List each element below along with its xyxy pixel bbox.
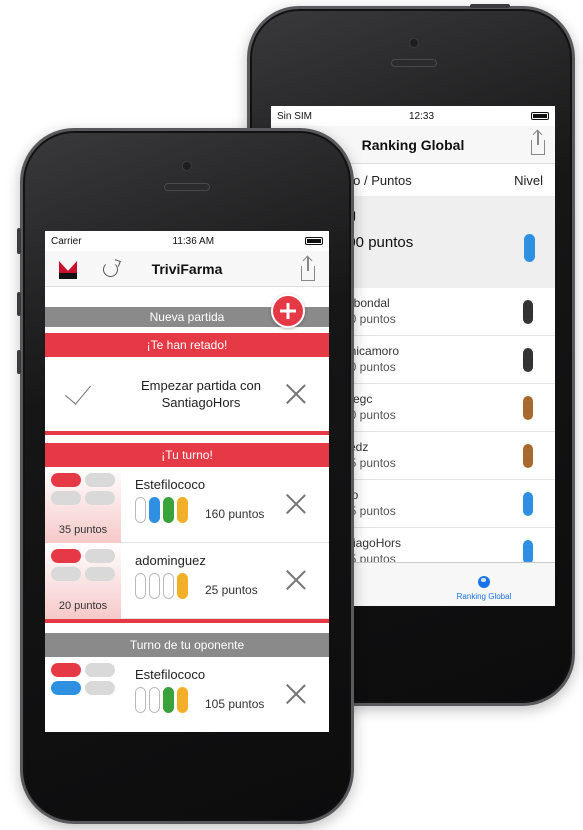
category-capsule-icon xyxy=(85,491,115,505)
status-bar: Carrier 11:36 AM xyxy=(45,231,329,251)
progress-pills xyxy=(135,573,188,599)
your-turn-header: ¡Tu turno! xyxy=(45,443,329,467)
close-icon[interactable] xyxy=(285,493,307,515)
challenge-row: Empezar partida con SantiagoHors xyxy=(45,357,329,431)
empty-pill-icon xyxy=(135,497,146,523)
filled-pill-icon xyxy=(149,497,160,523)
opponent-name: adominguez xyxy=(135,553,206,568)
level-pill-icon xyxy=(523,492,533,516)
share-icon[interactable] xyxy=(531,131,545,155)
level-pill-icon xyxy=(524,234,535,262)
filled-pill-icon xyxy=(177,573,188,599)
opponent-name: Estefilococo xyxy=(135,667,206,682)
opponent-turn-list: Estefilococo 105 puntos xyxy=(45,657,329,732)
category-capsule-icon xyxy=(85,681,115,695)
filled-pill-icon xyxy=(163,687,174,713)
category-capsule-icon xyxy=(51,473,81,487)
decline-close-icon[interactable] xyxy=(285,383,307,405)
category-capsule-icon xyxy=(85,663,115,677)
category-capsule-icon xyxy=(85,567,115,581)
filled-pill-icon xyxy=(163,497,174,523)
page-title: Ranking Global xyxy=(361,136,465,153)
category-capsule-icon xyxy=(51,491,81,505)
progress-pills xyxy=(135,497,188,523)
filled-pill-icon xyxy=(177,497,188,523)
empty-pill-icon xyxy=(149,573,160,599)
globe-icon xyxy=(478,576,490,588)
empty-pill-icon xyxy=(149,687,160,713)
level-pill-icon xyxy=(523,300,533,324)
capsule-grid xyxy=(51,473,115,507)
opponent-name: Estefilococo xyxy=(135,477,206,492)
volume-down-button xyxy=(17,350,21,374)
time-label: 11:36 AM xyxy=(172,235,215,247)
tab-ranking-label: Ranking Global xyxy=(456,592,512,601)
your-turn-list: 35 puntos Estefilococo 160 puntos 20 puntos… xyxy=(45,467,329,619)
battery-icon xyxy=(304,237,323,245)
game-row[interactable]: 20 puntos adominguez 25 puntos xyxy=(45,543,329,619)
mute-switch xyxy=(17,228,21,254)
category-capsule-icon xyxy=(51,549,81,563)
spacer xyxy=(45,623,329,633)
games-screen: Carrier 11:36 AM TriviFarma Nueva partid… xyxy=(45,231,329,732)
tab-ranking-global[interactable]: Ranking Global xyxy=(413,563,555,606)
carrier-label: Sin SIM xyxy=(277,110,313,122)
game-badge xyxy=(45,657,121,732)
category-capsule-icon xyxy=(85,473,115,487)
carrier-label: Carrier xyxy=(51,235,82,247)
time-label: 12:33 xyxy=(408,110,435,122)
ranking-top-name: hg xyxy=(339,206,555,222)
empty-pill-icon xyxy=(135,573,146,599)
challenge-text: Empezar partida con SantiagoHors xyxy=(141,378,261,410)
status-bar: Sin SIM 12:33 xyxy=(271,106,555,126)
ranking-top-points: 700 puntos xyxy=(339,234,414,251)
speaker-grille xyxy=(164,183,210,191)
progress-pills xyxy=(135,687,188,713)
badge-points: 20 puntos xyxy=(58,600,108,612)
new-game-bar[interactable]: Nueva partida xyxy=(45,294,329,328)
game-score: 160 puntos xyxy=(205,507,265,521)
add-game-button[interactable] xyxy=(271,294,305,328)
share-icon[interactable] xyxy=(301,257,315,281)
opponent-turn-header: Turno de tu oponente xyxy=(45,633,329,657)
challenged-header: ¡Te han retado! xyxy=(45,333,329,357)
nav-bar: TriviFarma xyxy=(45,251,329,287)
volume-up-button xyxy=(17,292,21,316)
level-pill-icon xyxy=(523,396,533,420)
level-pill-icon xyxy=(523,540,533,564)
page-title: TriviFarma xyxy=(151,260,223,277)
spacer xyxy=(45,435,329,443)
front-camera xyxy=(409,38,419,48)
game-badge: 20 puntos xyxy=(45,543,121,619)
power-button xyxy=(470,4,510,8)
front-camera xyxy=(182,161,192,171)
new-game-label: Nueva partida xyxy=(149,310,225,324)
game-row[interactable]: 35 puntos Estefilococo 160 puntos xyxy=(45,467,329,543)
close-icon[interactable] xyxy=(285,569,307,591)
filled-pill-icon xyxy=(177,687,188,713)
empty-pill-icon xyxy=(163,573,174,599)
empty-pill-icon xyxy=(135,687,146,713)
game-row[interactable]: Estefilococo 105 puntos xyxy=(45,657,329,732)
game-score: 105 puntos xyxy=(205,697,265,711)
game-score: 25 puntos xyxy=(205,583,258,597)
badge-points: 35 puntos xyxy=(58,524,108,536)
level-pill-icon xyxy=(523,444,533,468)
ranking-header-right: Nivel xyxy=(514,172,543,188)
category-capsule-icon xyxy=(51,567,81,581)
speaker-grille xyxy=(391,59,437,67)
capsule-grid xyxy=(51,549,115,583)
category-capsule-icon xyxy=(85,549,115,563)
category-capsule-icon xyxy=(51,681,81,695)
close-icon[interactable] xyxy=(285,683,307,705)
accept-check-icon[interactable] xyxy=(64,377,92,405)
capsule-grid xyxy=(51,663,115,697)
level-pill-icon xyxy=(523,348,533,372)
category-capsule-icon xyxy=(51,663,81,677)
game-badge: 35 puntos xyxy=(45,467,121,543)
battery-icon xyxy=(530,112,549,120)
